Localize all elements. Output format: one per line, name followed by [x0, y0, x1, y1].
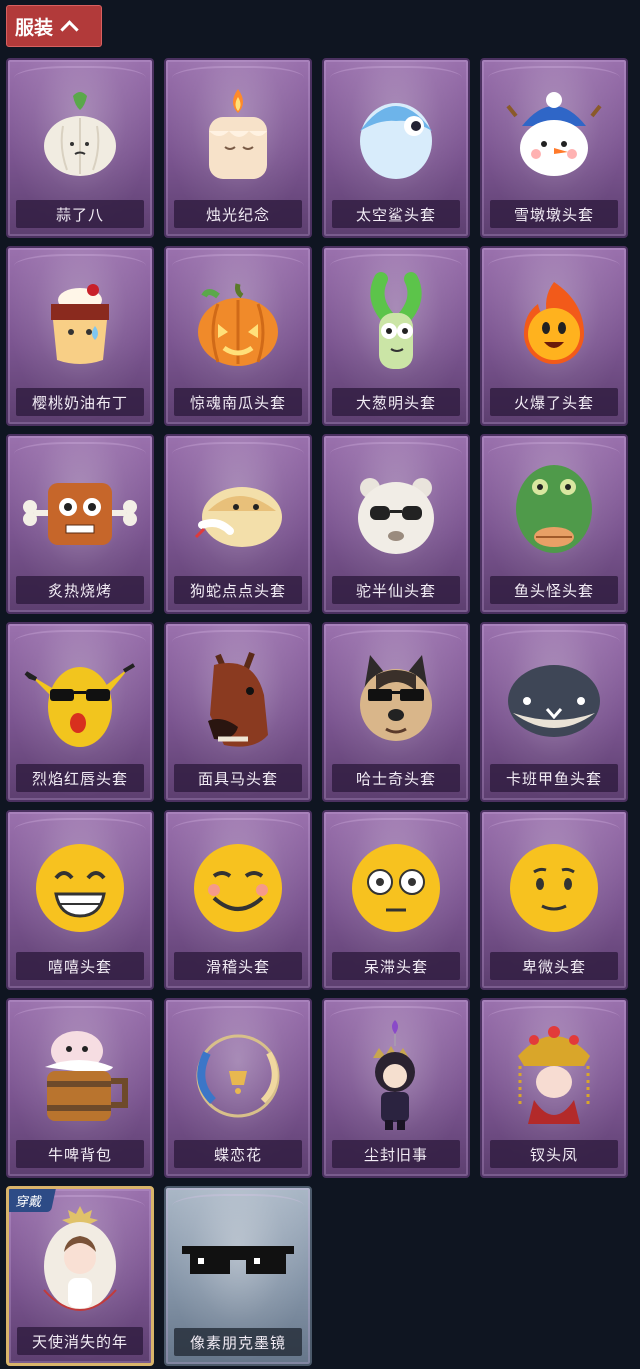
- husky-icon: [324, 636, 468, 764]
- pixel-sunglasses-icon: [166, 1200, 310, 1328]
- pikachu-mask-icon: [8, 636, 152, 764]
- smirk-emoji-icon: [166, 824, 310, 952]
- costume-card-label: 卡班甲鱼头套: [490, 764, 618, 792]
- costume-card-label: 卑微头套: [490, 952, 618, 980]
- snake-icon: [166, 448, 310, 576]
- costume-card-label: 雪墩墩头套: [490, 200, 618, 228]
- bbq-icon: [8, 448, 152, 576]
- horse-mask-icon: [166, 636, 310, 764]
- costume-card-label: 天使消失的年: [17, 1327, 143, 1355]
- costume-card-label: 樱桃奶油布丁: [16, 388, 144, 416]
- costume-card-label: 哈士奇头套: [332, 764, 460, 792]
- grin-emoji-icon: [8, 824, 152, 952]
- costume-card-label: 大葱明头套: [332, 388, 460, 416]
- costume-card[interactable]: 烈焰红唇头套: [6, 622, 154, 802]
- humble-emoji-icon: [482, 824, 626, 952]
- cow-beer-icon: [8, 1012, 152, 1140]
- costume-card[interactable]: 尘封旧事: [322, 998, 470, 1178]
- costume-card-label: 尘封旧事: [332, 1140, 460, 1168]
- costume-card[interactable]: 滑稽头套: [164, 810, 312, 990]
- stare-emoji-icon: [324, 824, 468, 952]
- turtle-icon: [482, 636, 626, 764]
- costume-card[interactable]: 火爆了头套: [480, 246, 628, 426]
- costume-card-label: 牛啤背包: [16, 1140, 144, 1168]
- costume-card[interactable]: 雪墩墩头套: [480, 58, 628, 238]
- pumpkin-icon: [166, 260, 310, 388]
- costume-card[interactable]: 烛光纪念: [164, 58, 312, 238]
- costume-card-label: 嘻嘻头套: [16, 952, 144, 980]
- fish-head-icon: [482, 448, 626, 576]
- costume-card[interactable]: 穿戴天使消失的年: [6, 1186, 154, 1366]
- snowman-icon: [482, 72, 626, 200]
- costume-card[interactable]: 卑微头套: [480, 810, 628, 990]
- equipped-badge: 穿戴: [9, 1189, 56, 1212]
- costume-card[interactable]: 像素朋克墨镜: [164, 1186, 312, 1366]
- costume-card-label: 惊魂南瓜头套: [174, 388, 302, 416]
- costume-card[interactable]: 面具马头套: [164, 622, 312, 802]
- costume-card[interactable]: 嘻嘻头套: [6, 810, 154, 990]
- prince-icon: [324, 1012, 468, 1140]
- costume-card-label: 呆滞头套: [332, 952, 460, 980]
- pudding-icon: [8, 260, 152, 388]
- costume-card-label: 钗头凤: [490, 1140, 618, 1168]
- costume-card[interactable]: 太空鲨头套: [322, 58, 470, 238]
- costume-card-label: 狗蛇点点头套: [174, 576, 302, 604]
- scallion-icon: [324, 260, 468, 388]
- angel-icon: [9, 1201, 151, 1329]
- category-tab-costume[interactable]: 服装: [6, 5, 102, 47]
- costume-card-label: 滑稽头套: [174, 952, 302, 980]
- costume-card-label: 烛光纪念: [174, 200, 302, 228]
- costume-card[interactable]: 惊魂南瓜头套: [164, 246, 312, 426]
- costume-card[interactable]: 樱桃奶油布丁: [6, 246, 154, 426]
- chevron-up-icon: [60, 19, 79, 39]
- costume-card[interactable]: 牛啤背包: [6, 998, 154, 1178]
- costume-card-label: 鱼头怪头套: [490, 576, 618, 604]
- costume-card[interactable]: 哈士奇头套: [322, 622, 470, 802]
- costume-card-label: 烈焰红唇头套: [16, 764, 144, 792]
- costume-card[interactable]: 狗蛇点点头套: [164, 434, 312, 614]
- costume-card-label: 炙热烧烤: [16, 576, 144, 604]
- costume-card[interactable]: 驼半仙头套: [322, 434, 470, 614]
- costume-card[interactable]: 蒜了八: [6, 58, 154, 238]
- costume-card-label: 蝶恋花: [174, 1140, 302, 1168]
- costume-card[interactable]: 卡班甲鱼头套: [480, 622, 628, 802]
- phoenix-crown-icon: [482, 1012, 626, 1140]
- costume-card-label: 面具马头套: [174, 764, 302, 792]
- garlic-icon: [8, 72, 152, 200]
- item-grid: 蒜了八 烛光纪念 太空鲨头套 雪墩墩头套樱桃奶油布丁 惊魂南瓜头套 大葱明头套 火爆了头套炙…: [6, 58, 634, 1366]
- costume-card[interactable]: 鱼头怪头套: [480, 434, 628, 614]
- costume-card-label: 蒜了八: [16, 200, 144, 228]
- fireball-icon: [482, 260, 626, 388]
- costume-card[interactable]: 呆滞头套: [322, 810, 470, 990]
- costume-card[interactable]: 大葱明头套: [322, 246, 470, 426]
- costume-card-label: 火爆了头套: [490, 388, 618, 416]
- costume-card-label: 驼半仙头套: [332, 576, 460, 604]
- costume-card[interactable]: 炙热烧烤: [6, 434, 154, 614]
- wardrobe-page: 服装 蒜了八 烛光纪念 太空鲨头套 雪墩墩头套樱桃奶油布丁 惊魂南瓜头套 大葱明头套 火爆了…: [0, 0, 640, 1369]
- shark-icon: [324, 72, 468, 200]
- costume-card[interactable]: 蝶恋花: [164, 998, 312, 1178]
- wreath-icon: [166, 1012, 310, 1140]
- costume-card-label: 像素朋克墨镜: [174, 1328, 302, 1356]
- costume-card[interactable]: 钗头凤: [480, 998, 628, 1178]
- candle-icon: [166, 72, 310, 200]
- category-tab-label: 服装: [15, 16, 54, 39]
- costume-card-label: 太空鲨头套: [332, 200, 460, 228]
- alpaca-icon: [324, 448, 468, 576]
